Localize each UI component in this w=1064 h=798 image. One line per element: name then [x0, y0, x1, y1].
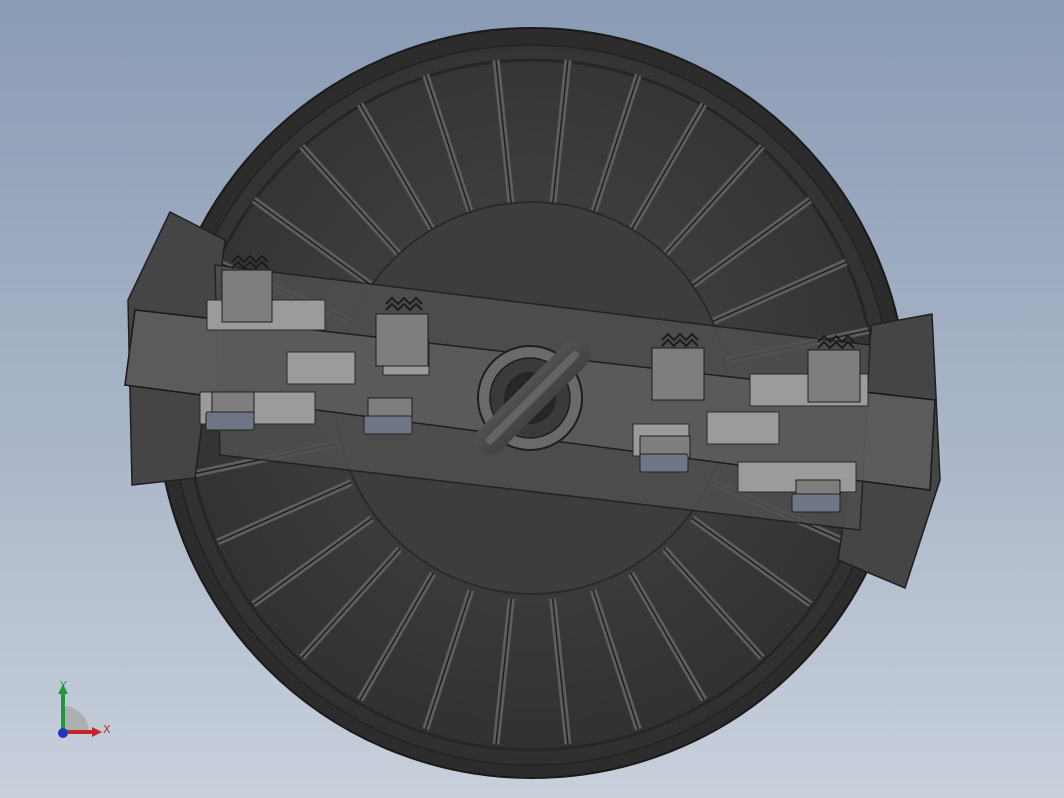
reel-assembly-model[interactable]: [0, 0, 1064, 798]
triad-x-arrow: [92, 727, 102, 737]
triad-xy-plane: [63, 706, 89, 732]
triad-x-label: X: [103, 723, 111, 736]
graphics-viewport[interactable]: Y X: [0, 0, 1064, 798]
triad-y-label: Y: [60, 679, 67, 692]
triad-z-axis: [58, 728, 68, 738]
